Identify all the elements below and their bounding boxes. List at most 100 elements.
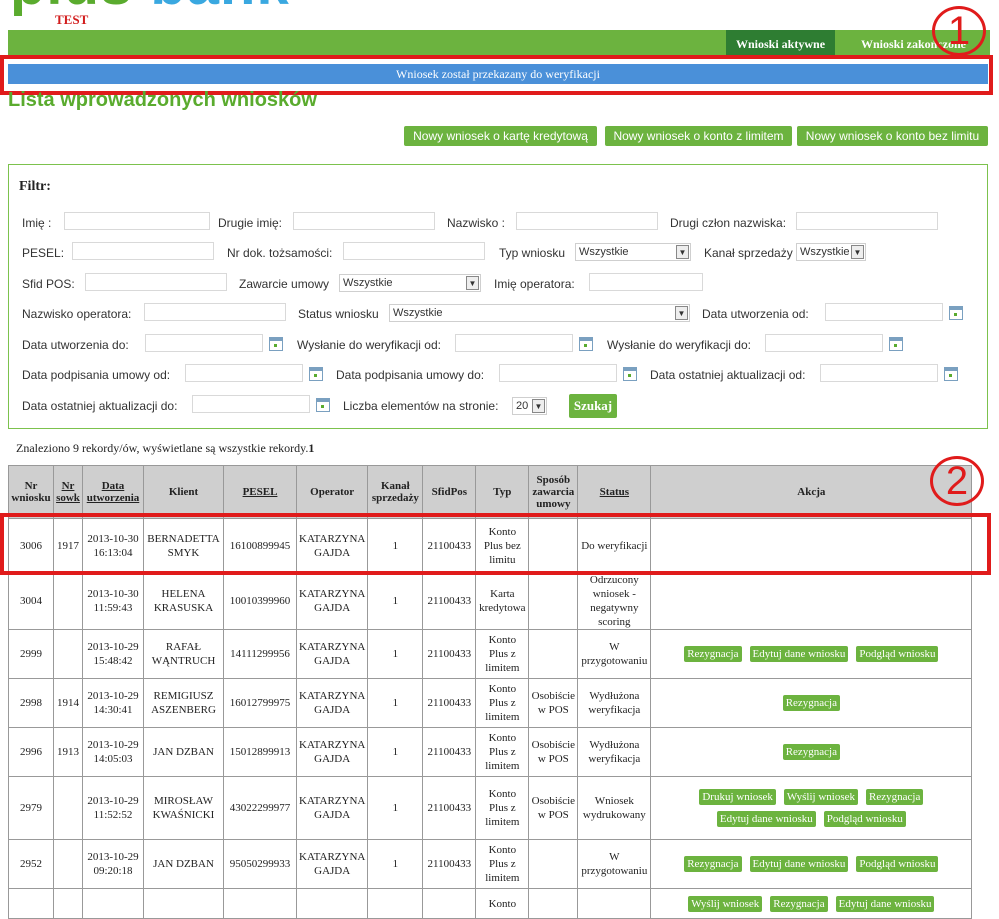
calendar-icon[interactable] <box>949 306 963 320</box>
sfid-pos-input[interactable] <box>85 273 227 291</box>
cell-status: W przygotowaniu <box>577 839 652 889</box>
cell-date: 2013-10-29 09:20:18 <box>82 839 144 889</box>
calendar-icon[interactable] <box>623 367 637 381</box>
updated-from-input[interactable] <box>820 364 938 382</box>
second-last-name-input[interactable] <box>796 212 938 230</box>
operator-first-name-input[interactable] <box>589 273 703 291</box>
table-row: 2979 2013-10-29 11:52:52 MIROSŁAW KWAŚNICKI 4… <box>8 776 973 840</box>
sfid-pos-label: Sfid POS: <box>22 277 75 291</box>
id-doc-input[interactable] <box>343 242 485 260</box>
calendar-icon[interactable] <box>944 367 958 381</box>
cell-pesel <box>223 888 297 919</box>
row-action-button[interactable]: Rezygnacja <box>782 744 840 760</box>
row-action-button[interactable]: Podgląd wniosku <box>856 646 939 662</box>
second-name-input[interactable] <box>293 212 435 230</box>
updated-to-label: Data ostatniej aktualizacji do: <box>22 399 178 413</box>
contract-conclusion-select[interactable]: Wszystkie ▼ <box>339 274 481 292</box>
cell-operator: KATARZYNA GAJDA <box>295 572 369 630</box>
sent-from-input[interactable] <box>455 334 573 352</box>
cell-date <box>82 888 144 919</box>
calendar-icon[interactable] <box>269 337 283 351</box>
cell-channel: 1 <box>367 776 424 840</box>
request-status-select[interactable]: Wszystkie ▼ <box>389 304 690 322</box>
new-limit-account-button[interactable]: Nowy wniosek o konto z limitem <box>605 126 792 146</box>
cell-pesel: 15012899913 <box>223 727 297 777</box>
row-action-button[interactable]: Podgląd wniosku <box>856 856 939 872</box>
cell-date-line: 2013-10-30 <box>87 588 139 600</box>
calendar-icon[interactable] <box>579 337 593 351</box>
logo: plus bank <box>10 0 290 14</box>
cell-method: Osobiście w POS <box>528 678 579 728</box>
request-type-select[interactable]: Wszystkie ▼ <box>575 243 691 261</box>
operator-last-name-input[interactable] <box>144 303 286 321</box>
tab-active-requests[interactable]: Wnioski aktywne <box>726 30 836 56</box>
col-operator: Operator <box>295 465 369 519</box>
calendar-icon[interactable] <box>889 337 903 351</box>
cell-client: JAN DZBAN <box>143 839 224 889</box>
col-status[interactable]: Status <box>577 465 652 519</box>
cell-type: Konto <box>475 888 530 919</box>
col-pesel[interactable]: PESEL <box>223 465 297 519</box>
col-data-utworzenia[interactable]: Data utworzenia <box>82 465 144 519</box>
cell-sowk <box>53 776 83 840</box>
cell-date-line: 11:59:43 <box>93 602 133 614</box>
signed-to-input[interactable] <box>499 364 617 382</box>
cell-date-line: 2013-10-29 <box>87 851 139 863</box>
sales-channel-select[interactable]: Wszystkie ▼ <box>796 243 866 261</box>
sent-to-input[interactable] <box>765 334 883 352</box>
cell-actions: Rezygnacja Edytuj dane wniosku Podgląd wni… <box>650 839 973 889</box>
cell-type: Konto Plus z limitem <box>475 839 530 889</box>
row-action-button[interactable]: Wyślij wniosek <box>688 895 763 912</box>
pesel-input[interactable] <box>72 242 214 260</box>
row-action-button[interactable]: Edytuj dane wniosku <box>835 895 935 912</box>
chevron-down-icon: ▼ <box>532 399 545 413</box>
created-to-input[interactable] <box>145 334 263 352</box>
table-row: Konto Wyślij wniosek Rezygnacja Edytuj dane… <box>8 888 973 919</box>
row-action-button[interactable]: Rezygnacja <box>866 789 924 805</box>
row-action-button[interactable]: Rezygnacja <box>770 895 828 912</box>
cell-actions: Rezygnacja <box>650 678 973 728</box>
row-action-button[interactable]: Wyślij wniosek <box>783 789 859 805</box>
last-name-input[interactable] <box>516 212 658 230</box>
calendar-icon[interactable] <box>316 398 330 412</box>
cell-type: Konto Plus z limitem <box>475 776 530 840</box>
col-nr-wniosku: Nr wniosku <box>8 465 54 519</box>
cell-date: 2013-10-30 11:59:43 <box>82 572 144 630</box>
page-size-select[interactable]: 20 ▼ <box>512 397 547 415</box>
new-nolimit-account-button[interactable]: Nowy wniosek o konto bez limitu <box>797 126 988 146</box>
request-status-label: Status wniosku <box>298 307 379 321</box>
cell-date: 2013-10-29 15:48:42 <box>82 629 144 679</box>
cell-operator: KATARZYNA GAJDA <box>295 727 369 777</box>
row-action-button[interactable]: Rezygnacja <box>684 646 742 662</box>
cell-operator <box>295 888 369 919</box>
cell-channel: 1 <box>367 629 424 679</box>
operator-first-name-label: Imię operatora: <box>494 277 575 291</box>
cell-operator: KATARZYNA GAJDA <box>295 839 369 889</box>
updated-to-input[interactable] <box>192 395 310 413</box>
row-action-button[interactable]: Edytuj dane wniosku <box>749 856 849 872</box>
row-action-button[interactable]: Rezygnacja <box>684 856 742 872</box>
created-from-input[interactable] <box>825 303 943 321</box>
calendar-icon[interactable] <box>309 367 323 381</box>
first-name-input[interactable] <box>64 212 210 230</box>
col-nr-sowk[interactable]: Nr sowk <box>53 465 83 519</box>
sales-channel-label: Kanał sprzedaży <box>704 246 793 260</box>
chevron-down-icon: ▼ <box>466 276 479 290</box>
row-action-button[interactable]: Drukuj wniosek <box>699 789 776 805</box>
cell-type: Konto Plus z limitem <box>475 727 530 777</box>
signed-to-label: Data podpisania umowy do: <box>336 368 485 382</box>
cell-method <box>528 572 579 630</box>
new-card-request-button[interactable]: Nowy wniosek o kartę kredytową <box>404 126 597 146</box>
cell-sfid: 21100433 <box>422 629 477 679</box>
cell-client-line: KWAŚNICKI <box>152 809 215 821</box>
search-button[interactable]: Szukaj <box>569 394 617 418</box>
row-action-button[interactable]: Rezygnacja <box>782 695 840 711</box>
cell-date: 2013-10-29 11:52:52 <box>82 776 144 840</box>
cell-operator-line: GAJDA <box>314 602 351 614</box>
filter-panel: Filtr: Imię : Drugie imię: Nazwisko : Dr… <box>8 164 988 429</box>
signed-from-input[interactable] <box>185 364 303 382</box>
row-action-button[interactable]: Edytuj dane wniosku <box>716 811 816 827</box>
row-action-button[interactable]: Podgląd wniosku <box>823 811 906 827</box>
cell-client: MIROSŁAW KWAŚNICKI <box>143 776 224 840</box>
row-action-button[interactable]: Edytuj dane wniosku <box>749 646 849 662</box>
